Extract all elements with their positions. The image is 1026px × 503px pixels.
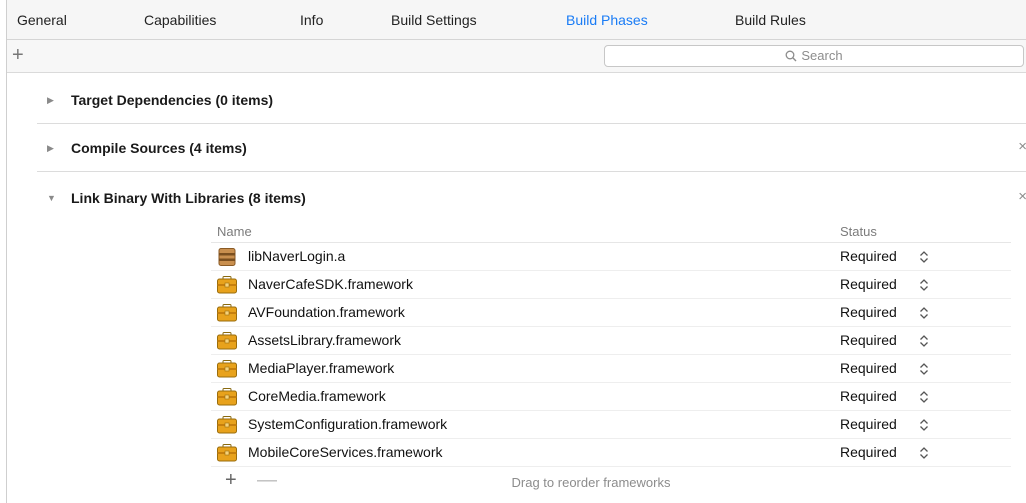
toolbar: + Search: [7, 40, 1026, 73]
search-placeholder: Search: [801, 48, 843, 63]
chevron-up-down-icon[interactable]: [919, 390, 929, 404]
chevron-up-down-icon[interactable]: [919, 306, 929, 320]
status-select[interactable]: Required: [840, 416, 897, 432]
status-select[interactable]: Required: [840, 388, 897, 404]
framework-icon: [217, 444, 237, 462]
section-link-binary: ▼ Link Binary With Libraries (8 items) ×: [37, 174, 1026, 222]
table-row[interactable]: CoreMedia.framework Required: [211, 383, 1011, 411]
framework-icon: [217, 304, 237, 322]
section-title[interactable]: Link Binary With Libraries (8 items): [71, 190, 306, 206]
table-row[interactable]: SystemConfiguration.framework Required: [211, 411, 1011, 439]
disclosure-collapsed-icon[interactable]: ▶: [47, 95, 57, 105]
search-field[interactable]: Search: [604, 45, 1024, 67]
table-row[interactable]: libNaverLogin.a Required: [211, 243, 1011, 271]
table-row[interactable]: MobileCoreServices.framework Required: [211, 439, 1011, 467]
section-title[interactable]: Compile Sources (4 items): [71, 140, 247, 156]
disclosure-expanded-icon[interactable]: ▼: [47, 193, 57, 203]
status-select[interactable]: Required: [840, 304, 897, 320]
tab-bar: General Capabilities Info Build Settings…: [7, 0, 1026, 40]
tab-capabilities[interactable]: Capabilities: [144, 12, 216, 28]
tab-build-phases[interactable]: Build Phases: [566, 12, 648, 28]
framework-icon: [217, 360, 237, 378]
chevron-up-down-icon[interactable]: [919, 418, 929, 432]
chevron-up-down-icon[interactable]: [919, 278, 929, 292]
framework-icon: [217, 388, 237, 406]
chevron-up-down-icon[interactable]: [919, 362, 929, 376]
library-name: MobileCoreServices.framework: [248, 444, 443, 460]
table-footer: + — Drag to reorder frameworks: [211, 467, 1011, 497]
drag-hint: Drag to reorder frameworks: [511, 475, 671, 490]
table-row[interactable]: MediaPlayer.framework Required: [211, 355, 1011, 383]
library-icon: [217, 248, 237, 266]
library-name: MediaPlayer.framework: [248, 360, 395, 376]
table-row[interactable]: AssetsLibrary.framework Required: [211, 327, 1011, 355]
close-icon[interactable]: ×: [1018, 188, 1026, 205]
tab-build-settings[interactable]: Build Settings: [391, 12, 477, 28]
status-select[interactable]: Required: [840, 444, 897, 460]
framework-icon: [217, 276, 237, 294]
chevron-up-down-icon[interactable]: [919, 446, 929, 460]
section-title[interactable]: Target Dependencies (0 items): [71, 92, 273, 108]
add-phase-button[interactable]: +: [12, 44, 24, 66]
section-compile-sources: ▶ Compile Sources (4 items) ×: [37, 124, 1026, 172]
library-name: NaverCafeSDK.framework: [248, 276, 413, 292]
library-name: SystemConfiguration.framework: [248, 416, 448, 432]
library-name: CoreMedia.framework: [248, 388, 386, 404]
library-name: libNaverLogin.a: [248, 248, 346, 264]
column-header-status[interactable]: Status: [840, 224, 877, 239]
libraries-table: Name Status libNaverLogin.a Required Naver…: [211, 222, 1011, 497]
status-select[interactable]: Required: [840, 360, 897, 376]
column-header-name[interactable]: Name: [217, 224, 252, 239]
framework-icon: [217, 416, 237, 434]
chevron-up-down-icon[interactable]: [919, 250, 929, 264]
table-header: Name Status: [211, 222, 1011, 243]
editor-window: General Capabilities Info Build Settings…: [6, 0, 1026, 503]
status-select[interactable]: Required: [840, 276, 897, 292]
tab-general[interactable]: General: [17, 12, 67, 28]
close-icon[interactable]: ×: [1018, 138, 1026, 155]
library-name: AVFoundation.framework: [248, 304, 405, 320]
framework-icon: [217, 332, 237, 350]
table-row[interactable]: AVFoundation.framework Required: [211, 299, 1011, 327]
tab-info[interactable]: Info: [300, 12, 323, 28]
status-select[interactable]: Required: [840, 332, 897, 348]
search-icon: [785, 50, 797, 62]
tab-build-rules[interactable]: Build Rules: [735, 12, 806, 28]
disclosure-collapsed-icon[interactable]: ▶: [47, 143, 57, 153]
chevron-up-down-icon[interactable]: [919, 334, 929, 348]
status-select[interactable]: Required: [840, 248, 897, 264]
table-row[interactable]: NaverCafeSDK.framework Required: [211, 271, 1011, 299]
library-name: AssetsLibrary.framework: [248, 332, 402, 348]
section-target-dependencies: ▶ Target Dependencies (0 items): [37, 76, 1026, 124]
